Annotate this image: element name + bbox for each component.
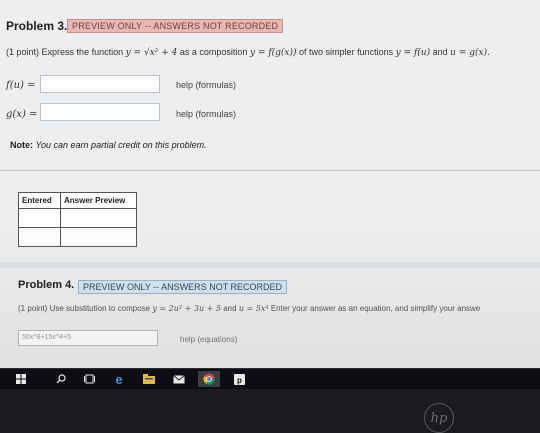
table-header-answer-preview: Answer Preview xyxy=(60,192,137,209)
note-label: Note: xyxy=(10,140,33,150)
help-formulas-link-2[interactable]: help (formulas) xyxy=(176,109,236,119)
mail-icon[interactable] xyxy=(170,371,188,387)
table-row xyxy=(18,208,137,228)
statement-and: and xyxy=(432,47,448,57)
windows-taskbar: e p xyxy=(0,368,540,389)
task-view-icon[interactable] xyxy=(80,371,98,387)
expr-y: y = 2u² + 3u + 5 xyxy=(152,304,221,313)
preview-only-badge-2: PREVIEW ONLY -- ANSWERS NOT RECORDED xyxy=(78,280,288,294)
statement-4-text-2: Enter your answer as an equation, and si… xyxy=(270,304,481,313)
expr-u: u = 5x⁴ xyxy=(238,304,269,313)
problem-4-title: Problem 4. xyxy=(18,279,75,291)
search-icon[interactable] xyxy=(52,371,70,387)
svg-text:p: p xyxy=(237,376,242,385)
statement-text-1: Express the function xyxy=(41,47,124,57)
browser-viewport: Problem 3. PREVIEW ONLY -- ANSWERS NOT R… xyxy=(0,0,540,368)
composition-expr: y = f(g(x)) xyxy=(249,48,297,58)
points-label: (1 point) xyxy=(6,47,40,57)
function-y: y = xyxy=(125,48,144,58)
statement-text-2: as a composition xyxy=(179,47,248,57)
edge-browser-icon[interactable]: e xyxy=(110,371,128,387)
windows-start-icon[interactable] xyxy=(12,371,30,387)
preview-only-badge: PREVIEW ONLY -- ANSWERS NOT RECORDED xyxy=(67,19,284,33)
function-rhs: √x² + 4 xyxy=(143,48,178,58)
pinned-app-icon[interactable]: p xyxy=(230,371,248,387)
problem-separator xyxy=(0,262,540,268)
composition-answer-input[interactable]: 50x^8+15x^4+5 xyxy=(18,330,158,346)
table-cell xyxy=(60,208,137,228)
answer-preview-table: Entered Answer Preview xyxy=(18,192,137,247)
section-divider xyxy=(0,170,540,171)
f-of-u-expr: y = f(u) xyxy=(395,48,431,58)
chrome-icon[interactable] xyxy=(198,371,220,387)
table-cell xyxy=(60,227,137,247)
table-header-entered: Entered xyxy=(18,192,61,209)
problem-3-title: Problem 3. xyxy=(6,19,68,33)
table-cell xyxy=(18,227,61,247)
partial-credit-note: Note: You can earn partial credit on thi… xyxy=(10,140,207,150)
note-text: You can earn partial credit on this prob… xyxy=(35,140,207,150)
hp-logo: hp xyxy=(424,403,454,433)
statement-4-and: and xyxy=(223,304,237,313)
help-equations-link[interactable]: help (equations) xyxy=(180,335,237,344)
problem-3-statement: (1 point) Express the function y = √x² +… xyxy=(6,47,490,58)
table-row xyxy=(18,227,137,247)
f-of-u-label: f(u) = xyxy=(6,80,36,91)
g-of-x-label: g(x) = xyxy=(6,109,38,120)
statement-4-text-1: Use substitution to compose xyxy=(49,304,151,313)
help-formulas-link-1[interactable]: help (formulas) xyxy=(176,80,236,90)
statement-text-3: of two simpler functions xyxy=(299,47,394,57)
g-of-x-input[interactable] xyxy=(40,103,160,121)
points-label-2: (1 point) xyxy=(18,304,48,313)
problem-4-statement: (1 point) Use substitution to compose y … xyxy=(18,304,480,313)
table-cell xyxy=(18,208,61,228)
g-of-x-expr: u = g(x). xyxy=(450,48,490,58)
table-header-row: Entered Answer Preview xyxy=(18,192,137,209)
file-explorer-icon[interactable] xyxy=(140,371,158,387)
f-of-u-input[interactable] xyxy=(40,75,160,93)
